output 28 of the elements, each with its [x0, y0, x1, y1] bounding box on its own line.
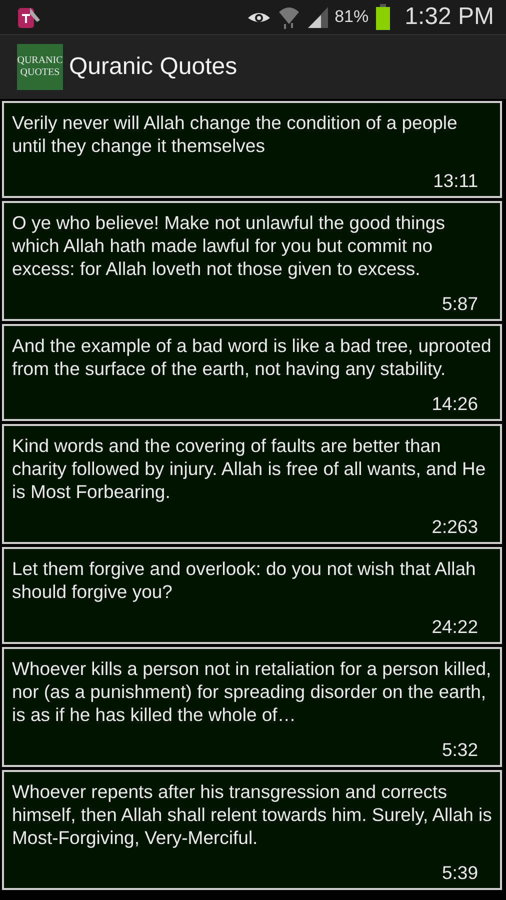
clock-time: 1:32 PM [404, 3, 494, 31]
signal-icon [306, 6, 329, 28]
verse-reference: 13:11 [433, 169, 478, 192]
quote-text: Let them forgive and overlook: do you not wish that Allah should forgive you? [12, 557, 477, 603]
verse-reference: 24:22 [432, 615, 478, 638]
verse-reference: 14:26 [432, 392, 478, 415]
app-title: Quranic Quotes [69, 53, 238, 81]
verse-reference: 5:87 [442, 292, 478, 315]
quote-card[interactable]: Kind words and the covering of faults are better than charity followed by injury. Allah is free of all wants, and He is Most Forbearing. 2:263 [2, 424, 502, 544]
verse-reference: 5:39 [442, 861, 478, 884]
quote-text: Verily never will Allah change the condition of a people until they change it themselves [12, 111, 458, 157]
logo-text: QUOTES [20, 67, 60, 79]
quote-card[interactable]: O ye who believe! Make not unlawful the good things which Allah hath made lawful for you but commit no excess: for Allah loveth not those given to excess. 5:87 [2, 201, 502, 321]
quote-text: Kind words and the covering of faults are better than charity followed by injury. Allah is free of all wants, and He is Most Forbearing. [12, 434, 487, 503]
logo-text: QURANIC [17, 55, 63, 67]
verse-reference: 2:263 [432, 515, 478, 538]
quote-text: Whoever repents after his transgression and corrects himself, then Allah shall relent towards him. Surely, Allah is Most-Forgiving, Very-Merciful. [12, 780, 492, 849]
quote-card[interactable]: Let them forgive and overlook: do you not wish that Allah should forgive you? 24:22 [2, 547, 502, 644]
quote-card[interactable]: Verily never will Allah change the condition of a people until they change it themselves 13:11 [2, 101, 502, 198]
quote-card[interactable]: And the example of a bad word is like a bad tree, uprooted from the surface of the earth, not having any stability. 14:26 [2, 324, 502, 421]
quote-text: And the example of a bad word is like a bad tree, uprooted from the surface of the earth, not having any stability. [12, 334, 492, 380]
battery-percentage: 81% [334, 7, 369, 27]
quote-card[interactable]: Whoever repents after his transgression and corrects himself, then Allah shall relent towards him. Surely, Allah is Most-Forgiving, Very-Merciful. 5:39 [2, 770, 502, 890]
quote-text: O ye who believe! Make not unlawful the good things which Allah hath made lawful for you but commit no excess: for Allah loveth not those given to excess. [12, 211, 446, 280]
battery-icon [374, 4, 391, 30]
quote-text: Whoever kills a person not in retaliation for a person killed, nor (as a punishment) for spreading disorder on the earth, is as if he has killed the whole of… [12, 657, 492, 726]
quote-card[interactable]: Whoever kills a person not in retaliation for a person killed, nor (as a punishment) for spreading disorder on the earth, is as if he has killed the whole of… 5:32 [2, 647, 502, 767]
verse-reference: 5:32 [442, 738, 478, 761]
